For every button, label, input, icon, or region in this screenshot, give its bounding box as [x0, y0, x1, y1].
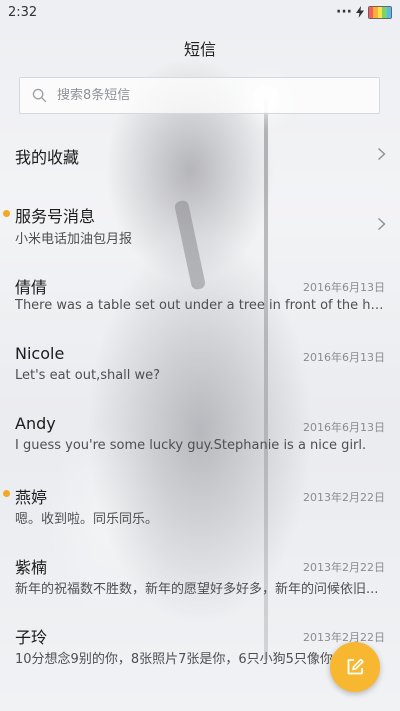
message-preview: I guess you're some lucky guy.Stephanie …	[15, 438, 367, 453]
compose-icon	[347, 658, 364, 675]
conversation-row[interactable]: 倩倩 2016年6月13日 There was a table set out …	[0, 265, 400, 327]
service-messages-row[interactable]: 服务号消息 小米电话加油包月报	[0, 195, 400, 255]
search-input[interactable]	[57, 88, 357, 103]
conversation-row[interactable]: 燕婷 2013年2月22日 嗯。收到啦。同乐同乐。	[0, 475, 400, 537]
message-date: 2016年6月13日	[303, 421, 385, 434]
service-subtitle: 小米电话加油包月报	[15, 232, 133, 247]
status-time: 2:32	[8, 4, 38, 20]
compose-button[interactable]	[330, 642, 380, 692]
message-date: 2016年6月13日	[303, 281, 385, 294]
contact-name: 燕婷	[15, 488, 48, 507]
favorites-row[interactable]: 我的收藏	[0, 130, 400, 180]
conversation-row[interactable]: 紫楠 2013年2月22日 新年的祝福数不胜数，新年的愿望好多好多，新年的问候依…	[0, 545, 400, 607]
search-icon	[32, 88, 47, 103]
message-preview: 新年的祝福数不胜数，新年的愿望好多好多，新年的问候依旧...	[15, 582, 379, 597]
message-date: 2013年2月22日	[303, 631, 385, 644]
conversation-row[interactable]: Nicole 2016年6月13日 Let's eat out,shall we…	[0, 335, 400, 397]
service-title: 服务号消息	[15, 207, 96, 226]
contact-name: 子玲	[15, 628, 48, 647]
charging-bolt-icon	[356, 6, 364, 18]
message-date: 2013年2月22日	[303, 491, 385, 504]
search-bar[interactable]	[19, 77, 380, 114]
message-preview: 嗯。收到啦。同乐同乐。	[15, 512, 159, 527]
chevron-right-icon	[378, 217, 386, 231]
unread-indicator	[3, 490, 10, 497]
contact-name: Andy	[15, 414, 56, 433]
conversation-row[interactable]: Andy 2016年6月13日 I guess you're some luck…	[0, 405, 400, 467]
message-date: 2016年6月13日	[303, 351, 385, 364]
messages-app: 2:32 ··· 短信 我的收藏	[0, 0, 400, 711]
page-title: 短信	[183, 40, 216, 59]
status-indicators: ···	[336, 5, 392, 19]
contact-name: 紫楠	[15, 558, 48, 577]
message-preview: There was a table set out under a tree i…	[15, 298, 385, 313]
message-preview: Let's eat out,shall we?	[15, 368, 161, 383]
contact-name: Nicole	[15, 344, 65, 363]
chevron-right-icon	[378, 147, 386, 161]
contact-name: 倩倩	[15, 278, 48, 297]
message-preview: 10分想念9别的你，8张照片7张是你，6只小狗5只像你，	[15, 652, 345, 667]
signal-dots-icon: ···	[336, 4, 352, 20]
status-bar: 2:32 ···	[0, 0, 400, 24]
battery-icon	[368, 5, 392, 19]
unread-indicator	[3, 210, 10, 217]
message-date: 2013年2月22日	[303, 561, 385, 574]
favorites-title: 我的收藏	[15, 148, 80, 167]
